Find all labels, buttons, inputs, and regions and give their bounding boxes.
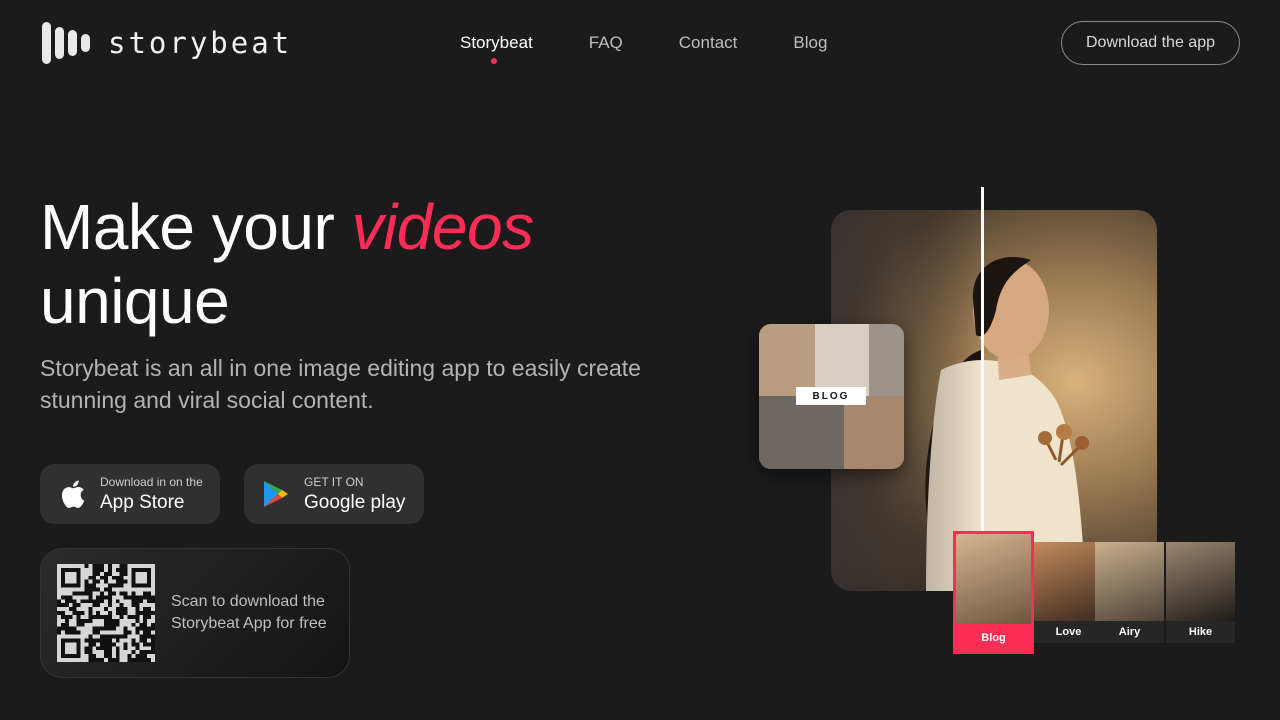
filter-thumb: [1166, 542, 1235, 621]
collage-blog-tag: BLOG: [796, 387, 866, 405]
qr-caption: Scan to download the Storybeat App for f…: [171, 593, 327, 632]
collage-face-image: [844, 396, 904, 469]
before-after-split-line[interactable]: [981, 187, 984, 537]
active-nav-indicator: [491, 58, 497, 64]
headline-accent: videos: [351, 191, 535, 263]
nav-item-blog[interactable]: Blog: [793, 33, 827, 53]
filter-label: Blog: [956, 624, 1031, 651]
headline-part1: Make your: [40, 191, 352, 263]
google-play-button[interactable]: GET IT ON Google play: [244, 464, 424, 524]
storybeat-logo[interactable]: storybeat: [42, 22, 292, 64]
main-nav: Storybeat FAQ Contact Blog: [460, 33, 883, 53]
app-store-button[interactable]: Download in on the App Store: [40, 464, 220, 524]
filter-label: Love: [1034, 621, 1103, 643]
logo-bars-icon: [42, 22, 90, 64]
headline-part2: unique: [40, 265, 230, 337]
nav-item-contact[interactable]: Contact: [679, 33, 738, 53]
google-play-label: Google play: [304, 491, 406, 513]
filter-thumb: [1034, 542, 1103, 621]
nav-item-faq[interactable]: FAQ: [589, 33, 623, 53]
app-store-small-text: Download in on the: [100, 474, 203, 489]
app-store-label: App Store: [100, 491, 185, 513]
filter-love[interactable]: Love: [1034, 542, 1103, 643]
download-app-button[interactable]: Download the app: [1061, 21, 1240, 65]
google-play-small-text: GET IT ON: [304, 474, 364, 489]
blog-collage-card: BLOG: [759, 324, 904, 469]
filter-hike[interactable]: Hike: [1166, 542, 1235, 643]
filter-blog[interactable]: Blog: [953, 531, 1034, 654]
filter-label: Hike: [1166, 621, 1235, 643]
qr-download-card: Scan to download the Storybeat App for f…: [40, 548, 350, 678]
filter-airy[interactable]: Airy: [1095, 542, 1164, 643]
collage-coffee-image: [759, 324, 815, 396]
nav-item-storybeat[interactable]: Storybeat: [460, 33, 533, 53]
filter-thumb: [956, 534, 1031, 624]
collage-building-image: [759, 396, 844, 469]
qr-code: [57, 564, 155, 662]
filter-thumb: [1095, 542, 1164, 621]
hero-headline: Make your videos unique: [40, 190, 534, 338]
logo-text: storybeat: [108, 26, 293, 60]
filter-label: Airy: [1095, 621, 1164, 643]
collage-fabric-image: [869, 324, 904, 396]
hero-subtitle: Storybeat is an all in one image editing…: [40, 355, 641, 413]
apple-icon: [61, 480, 85, 508]
google-play-icon: [264, 481, 288, 507]
collage-portrait-image: [815, 324, 869, 396]
